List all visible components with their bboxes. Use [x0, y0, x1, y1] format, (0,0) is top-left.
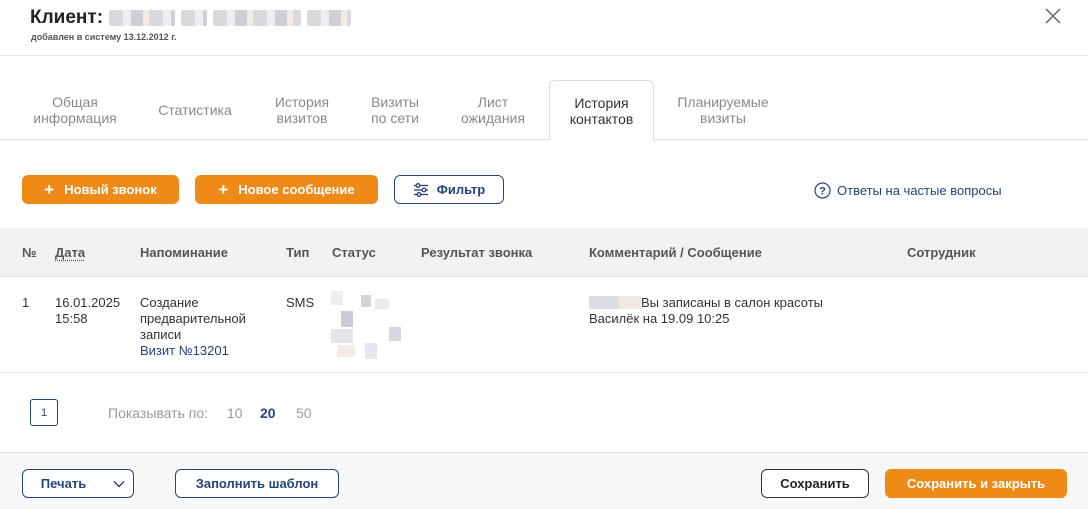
column-header-number: №: [22, 245, 37, 260]
pagination: 1 Показывать по: 10 20 50: [0, 374, 1088, 452]
page-size-option[interactable]: 50: [296, 405, 312, 421]
row-date: 16.01.2025: [55, 295, 121, 310]
chevron-down-icon: [113, 480, 124, 487]
question-circle-icon: ?: [814, 182, 831, 199]
tab-statistics[interactable]: Статистика: [146, 80, 244, 140]
sliders-icon: [413, 182, 428, 197]
row-comment-line2: Василёк на 19.09 10:25: [589, 311, 730, 326]
column-header-type: Тип: [286, 245, 310, 260]
tab-planned-visits[interactable]: Планируемые визиты: [665, 80, 781, 140]
save-and-close-label: Сохранить и закрыть: [906, 476, 1046, 491]
column-header-employee: Сотрудник: [907, 245, 976, 260]
row-status-redacted: [331, 291, 401, 359]
row-reminder: Создание предварительной записи: [140, 295, 246, 342]
column-header-call-result: Результат звонка: [421, 245, 533, 260]
tab-bar: Общая информация Статистика История визи…: [0, 80, 1088, 141]
fill-template-label: Заполнить шаблон: [195, 476, 319, 491]
page-size-option-active[interactable]: 20: [260, 405, 276, 421]
client-title: Клиент:: [30, 7, 352, 29]
faq-link[interactable]: ? Ответы на частые вопросы: [814, 182, 1002, 199]
row-visit-link[interactable]: Визит №13201: [140, 343, 229, 359]
row-comment: Вы записаны в салон красоты: [589, 295, 823, 311]
modal-header: Клиент: добавлен в систему 13.12.2012 г.: [0, 0, 1088, 56]
tab-general-info[interactable]: Общая информация: [22, 80, 128, 140]
row-number: 1: [22, 295, 30, 310]
print-dropdown-toggle[interactable]: [104, 469, 134, 498]
close-icon[interactable]: [1044, 7, 1062, 25]
comment-name-redacted: [589, 296, 641, 309]
plus-icon: +: [44, 180, 55, 199]
new-call-button[interactable]: + Новый звонок: [22, 175, 179, 204]
print-button[interactable]: Печать: [22, 469, 105, 498]
row-type: SMS: [286, 295, 315, 310]
fill-template-button[interactable]: Заполнить шаблон: [175, 469, 339, 498]
client-added-date: добавлен в систему 13.12.2012 г.: [31, 32, 177, 42]
row-comment-line1: Вы записаны в салон красоты: [641, 295, 824, 310]
tab-network-visits[interactable]: Визиты по сети: [360, 80, 430, 140]
tab-contact-history[interactable]: История контактов: [549, 80, 654, 141]
new-message-label: Новое сообщение: [238, 182, 355, 197]
new-call-label: Новый звонок: [64, 182, 157, 197]
svg-text:?: ?: [819, 186, 826, 198]
filter-label: Фильтр: [436, 182, 486, 197]
client-name-redacted: [109, 10, 176, 26]
new-message-button[interactable]: + Новое сообщение: [195, 175, 378, 204]
save-label: Сохранить: [780, 476, 850, 491]
faq-label: Ответы на частые вопросы: [837, 183, 1002, 198]
client-name-redacted: [213, 10, 302, 26]
tab-waiting-list[interactable]: Лист ожидания: [448, 80, 538, 140]
page-button-current[interactable]: 1: [30, 399, 58, 426]
table-row: 1 16.01.2025 15:58 Создание предваритель…: [0, 276, 1088, 373]
client-name-redacted: [181, 10, 208, 26]
column-header-status: Статус: [332, 245, 376, 260]
row-time: 15:58: [55, 311, 88, 326]
column-header-reminder: Напоминание: [140, 245, 229, 260]
client-title-label: Клиент:: [30, 7, 104, 28]
page-size-label: Показывать по:: [108, 405, 209, 421]
save-button[interactable]: Сохранить: [761, 469, 869, 498]
filter-button[interactable]: Фильтр: [394, 175, 504, 204]
plus-icon: +: [218, 180, 229, 199]
print-label: Печать: [40, 476, 87, 491]
save-and-close-button[interactable]: Сохранить и закрыть: [885, 469, 1067, 498]
table-header: № Дата Напоминание Тип Статус Результат …: [0, 228, 1088, 276]
page-size-option[interactable]: 10: [227, 405, 243, 421]
tab-visit-history[interactable]: История визитов: [262, 80, 342, 140]
column-header-comment: Комментарий / Сообщение: [589, 245, 762, 260]
client-name-redacted: [307, 10, 352, 26]
column-header-date[interactable]: Дата: [55, 245, 85, 260]
